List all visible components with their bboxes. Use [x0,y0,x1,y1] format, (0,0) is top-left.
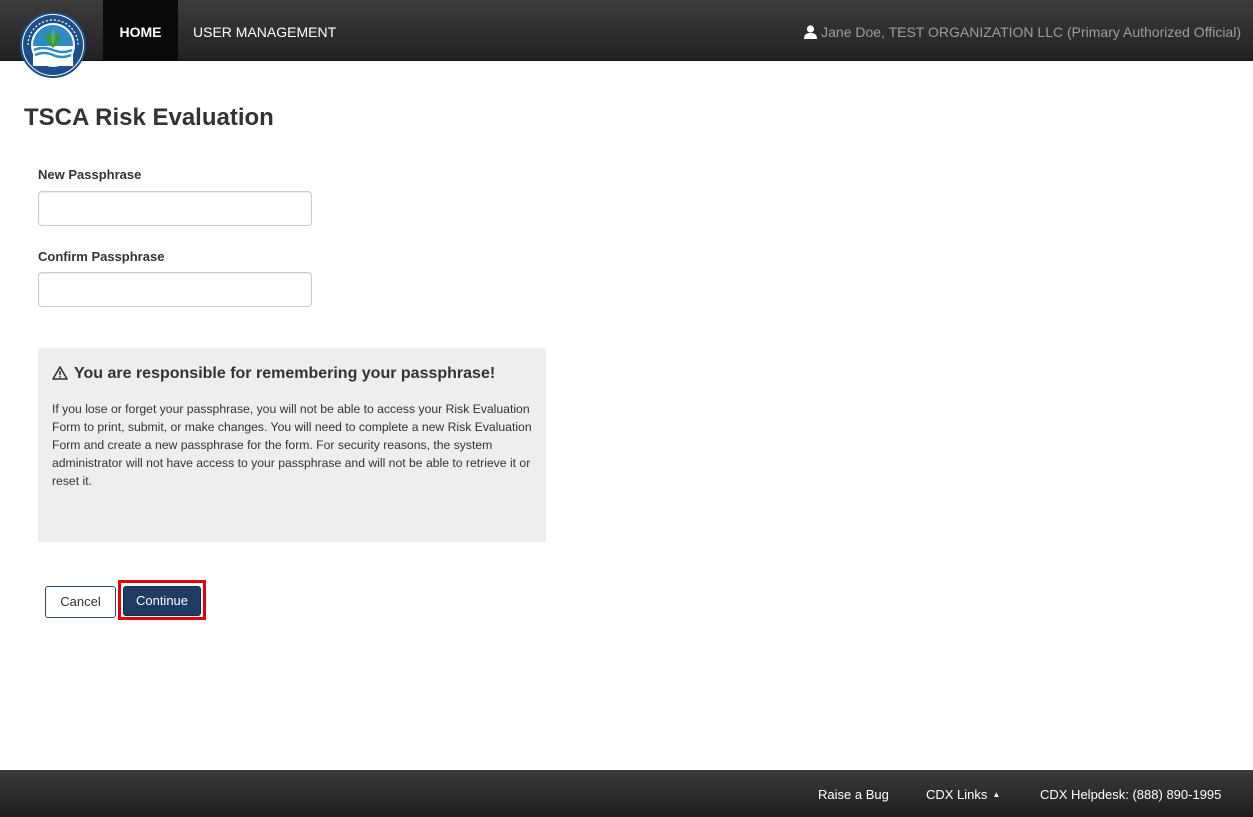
confirm-passphrase-label: Confirm Passphrase [38,249,165,264]
user-account-info[interactable]: Jane Doe, TEST ORGANIZATION LLC (Primary… [804,0,1241,61]
warning-triangle-icon [52,366,68,384]
page-title: TSCA Risk Evaluation [24,104,274,131]
new-passphrase-label: New Passphrase [38,167,142,182]
notice-heading: You are responsible for remembering your… [74,365,496,382]
cdx-links-dropdown[interactable]: CDX Links ▲ [926,770,1000,817]
new-passphrase-input[interactable] [38,191,312,226]
cancel-button[interactable]: Cancel [45,586,116,618]
nav-user-management[interactable]: USER MANAGEMENT [193,0,336,61]
user-name-text: Jane Doe, TEST ORGANIZATION LLC (Primary… [821,24,1241,40]
continue-button[interactable]: Continue [123,586,201,616]
raise-bug-link[interactable]: Raise a Bug [818,770,889,817]
notice-heading-row: You are responsible for remembering your… [52,366,532,384]
helpdesk-link[interactable]: CDX Helpdesk: (888) 890-1995 [1040,770,1221,817]
nav-home[interactable]: HOME [103,0,178,61]
top-navbar: HOME USER MANAGEMENT Jane Doe, TEST ORGA… [0,0,1253,61]
user-icon [804,2,818,66]
caret-up-icon: ▲ [992,790,1001,799]
epa-seal-logo[interactable] [20,12,86,78]
notice-body: If you lose or forget your passphrase, y… [52,402,532,488]
cdx-links-label: CDX Links [926,787,988,802]
confirm-passphrase-input[interactable] [38,272,312,307]
footer-bar: Raise a Bug CDX Links ▲ CDX Helpdesk: (88… [0,770,1253,817]
passphrase-warning-notice: You are responsible for remembering your… [38,348,546,542]
